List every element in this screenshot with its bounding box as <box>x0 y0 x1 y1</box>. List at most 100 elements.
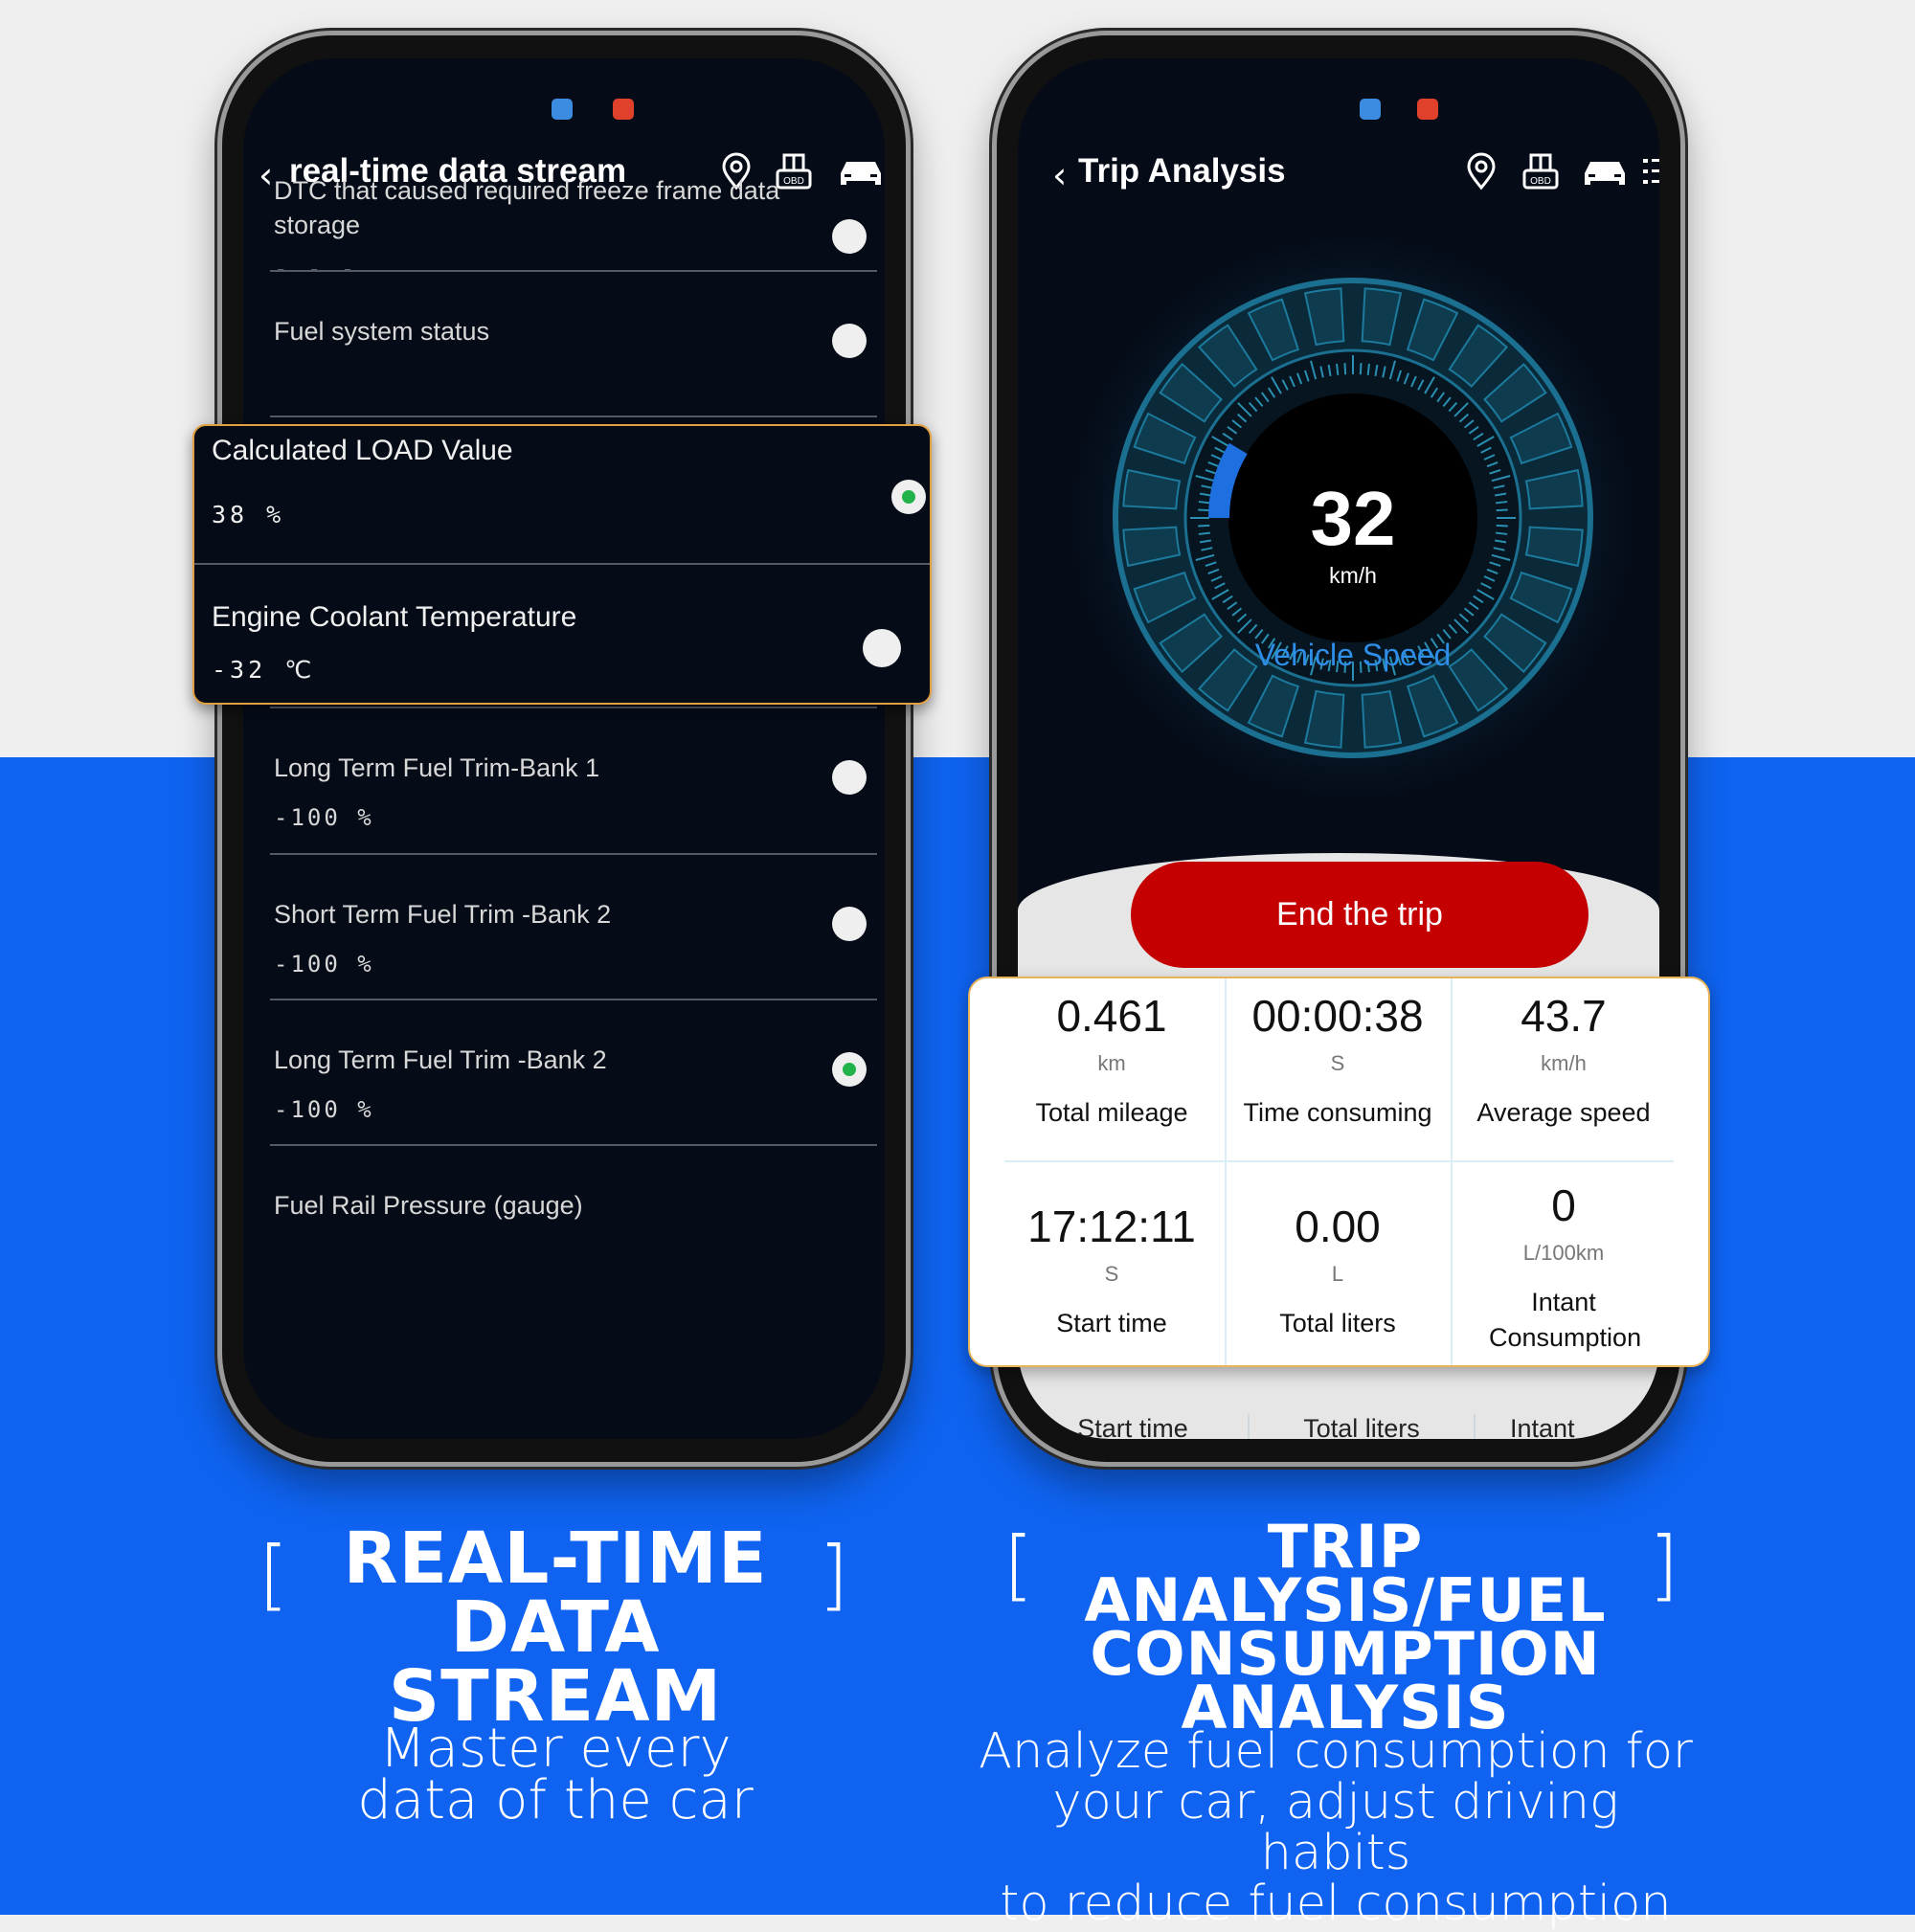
stat-unit: km/h <box>1541 1051 1587 1075</box>
row-toggle[interactable] <box>832 907 867 941</box>
back-chevron-icon[interactable]: ‹ <box>1052 154 1067 196</box>
stat-cell: 0 L/100km Intant Consumption <box>1451 1179 1677 1356</box>
page-title: Trip Analysis <box>1078 152 1286 190</box>
row-value: -32 ℃ <box>212 656 316 684</box>
right-subtitle: Analyze fuel consumption for your car, a… <box>977 1726 1695 1929</box>
car-icon[interactable] <box>1581 152 1629 191</box>
gauge-tick <box>1496 524 1508 528</box>
car-icon[interactable] <box>837 152 885 191</box>
row-label: Fuel system status <box>274 317 490 346</box>
data-stream-screen: ‹ real-time data stream OBD DTC that cau… <box>243 58 885 1439</box>
highlight-card: Calculated LOAD Value 38 % Engine Coolan… <box>192 424 932 705</box>
stat-label: Start time <box>1056 1309 1167 1337</box>
stat-cell: 00:00:38 S Time consuming <box>1225 990 1451 1131</box>
stat-value: 0.00 <box>1295 1202 1381 1251</box>
under-label: Intant Consumpti <box>1474 1414 1659 1439</box>
divider <box>270 707 877 708</box>
gauge-tick <box>1496 508 1508 512</box>
divider <box>270 270 877 272</box>
toggle-coolant-temp[interactable] <box>863 629 901 667</box>
stat-value: 17:12:11 <box>1027 1202 1196 1251</box>
stat-value: 00:00:38 <box>1251 991 1424 1041</box>
subtitle-line: Master every <box>379 1718 732 1780</box>
row-label: DTC that caused required freeze frame da… <box>274 176 780 239</box>
app-icon <box>613 99 634 120</box>
row-label: Long Term Fuel Trim -Bank 2 <box>274 1045 607 1074</box>
row-label: Long Term Fuel Trim-Bank 1 <box>274 753 600 782</box>
speed-unit: km/h <box>1329 563 1377 588</box>
stat-unit: S <box>1104 1262 1119 1286</box>
stat-cell: 17:12:11 S Start time <box>999 1201 1225 1341</box>
stat-value: 0.461 <box>1056 991 1167 1041</box>
row-value: -100 % <box>274 804 374 831</box>
left-subtitle: Master every data of the car <box>287 1718 823 1831</box>
row-toggle[interactable] <box>832 760 867 795</box>
heading-line: DATA STREAM <box>388 1586 723 1738</box>
status-bar <box>1018 99 1659 122</box>
under-labels: Start time Total liters Intant Consumpti <box>1018 1399 1659 1439</box>
gauge-tick <box>1496 501 1508 505</box>
speed-gauge: 32 km/h Vehicle Speed <box>1047 212 1640 824</box>
trip-stats-card: 0.461 km Total mileage 00:00:38 S Time consum… <box>968 977 1710 1367</box>
list-icon[interactable] <box>1640 152 1659 191</box>
gauge-tick <box>1496 531 1508 535</box>
under-label: Total liters <box>1248 1414 1474 1439</box>
gauge-tick <box>1198 501 1210 505</box>
under-label: Start time <box>1077 1414 1188 1439</box>
row-toggle[interactable] <box>832 219 867 254</box>
gauge-tick <box>1198 524 1210 528</box>
stat-unit: L <box>1331 1262 1344 1286</box>
stat-cell: 43.7 km/h Average speed <box>1451 990 1677 1131</box>
divider <box>270 1144 877 1146</box>
left-heading: REAL-TIME DATA STREAM <box>287 1517 823 1738</box>
end-trip-button[interactable]: End the trip <box>1131 862 1588 968</box>
row-toggle[interactable] <box>832 1052 867 1087</box>
divider <box>270 416 877 417</box>
divider <box>270 853 877 855</box>
stat-label: Average speed <box>1476 1098 1651 1127</box>
row-label: Fuel Rail Pressure (gauge) <box>274 1191 583 1220</box>
bracket-left: [ <box>259 1530 289 1619</box>
gauge-tick <box>1359 363 1363 375</box>
svg-text:OBD: OBD <box>1530 176 1551 187</box>
obd-icon[interactable]: OBD <box>1521 152 1560 191</box>
row-label: Calculated LOAD Value <box>212 435 513 466</box>
gauge-tick <box>1198 531 1210 535</box>
status-bar <box>243 99 885 122</box>
left-phone: ‹ real-time data stream OBD DTC that cau… <box>217 31 911 1467</box>
heading-line: TRIP ANALYSIS/FUEL <box>1084 1512 1607 1635</box>
row-label: Engine Coolant Temperature <box>212 601 577 633</box>
gauge-tick <box>1336 363 1340 375</box>
bracket-left: [ <box>1003 1520 1034 1609</box>
toggle-calculated-load[interactable] <box>891 480 926 514</box>
back-chevron-icon[interactable]: ‹ <box>259 154 273 196</box>
speed-value: 32 <box>1311 476 1396 561</box>
stat-value: 0 <box>1551 1180 1576 1230</box>
right-heading: TRIP ANALYSIS/FUEL CONSUMPTION ANALYSIS <box>1034 1512 1656 1738</box>
heading-line: REAL-TIME <box>343 1517 768 1600</box>
app-icon <box>552 99 573 120</box>
stat-unit: km <box>1097 1051 1126 1075</box>
stat-cell: 0.461 km Total mileage <box>999 990 1225 1131</box>
stat-unit: S <box>1330 1051 1345 1075</box>
stat-label: Time consuming <box>1243 1098 1432 1127</box>
subtitle-line: to reduce fuel consumption <box>1000 1876 1672 1932</box>
row-toggle[interactable] <box>832 324 867 358</box>
divider <box>194 563 930 565</box>
stat-label: Intant Consumption <box>1489 1288 1642 1352</box>
location-pin-icon[interactable] <box>1462 152 1500 191</box>
row-value: -100 % <box>274 1096 374 1123</box>
stat-value: 43.7 <box>1521 991 1607 1041</box>
gauge-tick <box>1366 363 1370 375</box>
gauge-label: Vehicle Speed <box>1255 638 1452 672</box>
stat-unit: L/100km <box>1522 1241 1605 1265</box>
app-icon <box>1360 99 1381 120</box>
subtitle-line: your car, adjust driving habits <box>1052 1774 1619 1881</box>
divider <box>270 999 877 1000</box>
row-value: 38 % <box>212 501 285 528</box>
subtitle-line: data of the car <box>357 1769 754 1831</box>
divider <box>1004 1160 1674 1162</box>
row-label: Short Term Fuel Trim -Bank 2 <box>274 900 612 929</box>
stat-label: Total liters <box>1279 1309 1396 1337</box>
gauge-tick <box>1198 508 1210 512</box>
